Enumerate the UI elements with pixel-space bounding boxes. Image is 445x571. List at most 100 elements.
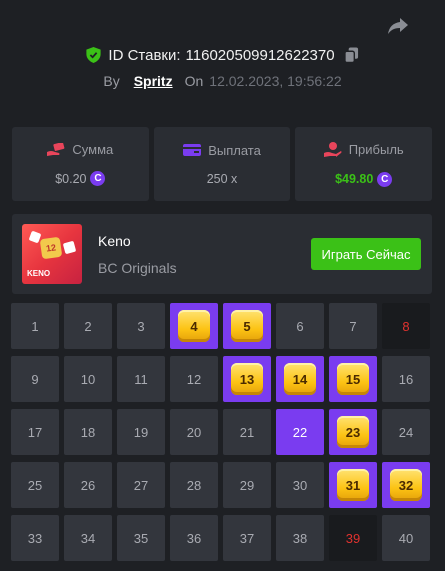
keno-cell[interactable]: 14 (276, 356, 324, 402)
keno-cell[interactable]: 19 (117, 409, 165, 455)
profit-label: Прибыль (348, 142, 404, 157)
bet-stats: Сумма $0.20 C Выплата 250 x Прибыль $49.… (12, 127, 433, 201)
keno-cell[interactable]: 12 (170, 356, 218, 402)
amount-value: $0.20 (55, 171, 87, 186)
gem-icon: 5 (231, 310, 263, 342)
keno-cell-number: 1 (31, 318, 39, 334)
username-link[interactable]: Spritz (134, 73, 173, 89)
keno-cell-number: 16 (398, 371, 414, 387)
keno-cell[interactable]: 37 (223, 515, 271, 561)
keno-thumbnail[interactable]: 12 KENO (22, 224, 82, 284)
currency-coin-icon: C (90, 171, 106, 186)
bet-date: 12.02.2023, 19:56:22 (209, 73, 342, 89)
keno-cell[interactable]: 30 (276, 462, 324, 508)
keno-cell-number: 26 (80, 477, 96, 493)
play-now-button[interactable]: Играть Сейчас (311, 238, 421, 270)
amount-card: Сумма $0.20 C (12, 127, 149, 201)
keno-cell[interactable]: 24 (382, 409, 430, 455)
keno-cell[interactable]: 35 (117, 515, 165, 561)
keno-cell[interactable]: 6 (276, 303, 324, 349)
gem-icon: 13 (231, 363, 263, 395)
keno-cell[interactable]: 22 (276, 409, 324, 455)
payout-value: 250 x (206, 171, 238, 186)
keno-cell[interactable]: 17 (11, 409, 59, 455)
gem-icon: 31 (337, 469, 369, 501)
keno-cell[interactable]: 1 (11, 303, 59, 349)
gem-icon: 15 (337, 363, 369, 395)
keno-board: 1 2 3 4 5 6 7 8 9 10 11 12 13 14 15 16 17 18 19 20 21 22 23 24 2… (11, 303, 430, 561)
game-name: Keno (98, 233, 131, 249)
keno-cell[interactable]: 9 (11, 356, 59, 402)
keno-cell[interactable]: 28 (170, 462, 218, 508)
keno-cell[interactable]: 33 (11, 515, 59, 561)
keno-cell[interactable]: 4 (170, 303, 218, 349)
profit-value: $49.80 (335, 172, 374, 186)
keno-cell[interactable]: 25 (11, 462, 59, 508)
currency-coin-icon: C (377, 171, 393, 187)
on-label: On (184, 73, 204, 89)
keno-cell-number: 35 (133, 530, 149, 546)
gem-icon: 14 (284, 363, 316, 395)
money-hand-icon (47, 142, 65, 156)
keno-cell[interactable]: 32 (382, 462, 430, 508)
game-provider: BC Originals (98, 260, 177, 276)
keno-cell[interactable]: 31 (329, 462, 377, 508)
keno-cell-number: 21 (239, 424, 255, 440)
keno-cell[interactable]: 38 (276, 515, 324, 561)
keno-cell-number: 24 (398, 424, 414, 440)
keno-cell[interactable]: 16 (382, 356, 430, 402)
keno-cell[interactable]: 29 (223, 462, 271, 508)
thumb-tag: KENO (27, 269, 51, 278)
keno-cell[interactable]: 3 (117, 303, 165, 349)
keno-cell-number: 33 (27, 530, 43, 546)
keno-cell-number: 8 (402, 318, 410, 334)
payout-label: Выплата (208, 142, 261, 158)
keno-cell-number: 25 (27, 477, 43, 493)
keno-cell-number: 22 (292, 424, 308, 440)
keno-cell-number: 6 (296, 318, 304, 334)
keno-cell[interactable]: 23 (329, 409, 377, 455)
keno-cell[interactable]: 11 (117, 356, 165, 402)
keno-cell[interactable]: 36 (170, 515, 218, 561)
keno-cell[interactable]: 26 (64, 462, 112, 508)
keno-cell[interactable]: 5 (223, 303, 271, 349)
keno-cell[interactable]: 7 (329, 303, 377, 349)
payout-card: Выплата 250 x (153, 127, 291, 201)
keno-cell-number: 39 (345, 530, 361, 546)
keno-cell-number: 12 (186, 371, 202, 387)
keno-cell[interactable]: 34 (64, 515, 112, 561)
keno-cell-number: 36 (186, 530, 202, 546)
keno-cell-number: 34 (80, 530, 96, 546)
keno-cell[interactable]: 21 (223, 409, 271, 455)
keno-cell[interactable]: 8 (382, 303, 430, 349)
gem-icon: 23 (337, 416, 369, 448)
keno-cell[interactable]: 13 (223, 356, 271, 402)
wallet-icon (183, 144, 202, 156)
keno-cell-number: 19 (133, 424, 149, 440)
profit-card: Прибыль $49.80 C (295, 127, 433, 201)
thumb-number: 12 (39, 236, 63, 260)
keno-cell-number: 2 (84, 318, 92, 334)
gem-icon: 32 (390, 469, 422, 501)
keno-cell-number: 29 (239, 477, 255, 493)
keno-cell-number: 38 (292, 530, 308, 546)
keno-cell-number: 27 (133, 477, 149, 493)
share-icon[interactable] (386, 14, 410, 38)
keno-cell[interactable]: 39 (329, 515, 377, 561)
copy-icon[interactable] (343, 47, 359, 63)
keno-cell[interactable]: 18 (64, 409, 112, 455)
keno-cell[interactable]: 2 (64, 303, 112, 349)
keno-cell[interactable]: 10 (64, 356, 112, 402)
keno-cell[interactable]: 27 (117, 462, 165, 508)
keno-cell-number: 11 (134, 371, 148, 387)
bet-id-label: ID Ставки: (108, 46, 181, 64)
keno-cell-number: 7 (349, 318, 357, 334)
keno-cell-number: 20 (186, 424, 202, 440)
keno-cell[interactable]: 20 (170, 409, 218, 455)
keno-cell[interactable]: 15 (329, 356, 377, 402)
keno-cell-number: 3 (137, 318, 145, 334)
profit-hand-icon (323, 141, 342, 157)
keno-cell[interactable]: 40 (382, 515, 430, 561)
verified-shield-icon (86, 47, 102, 63)
amount-label: Сумма (72, 142, 114, 157)
